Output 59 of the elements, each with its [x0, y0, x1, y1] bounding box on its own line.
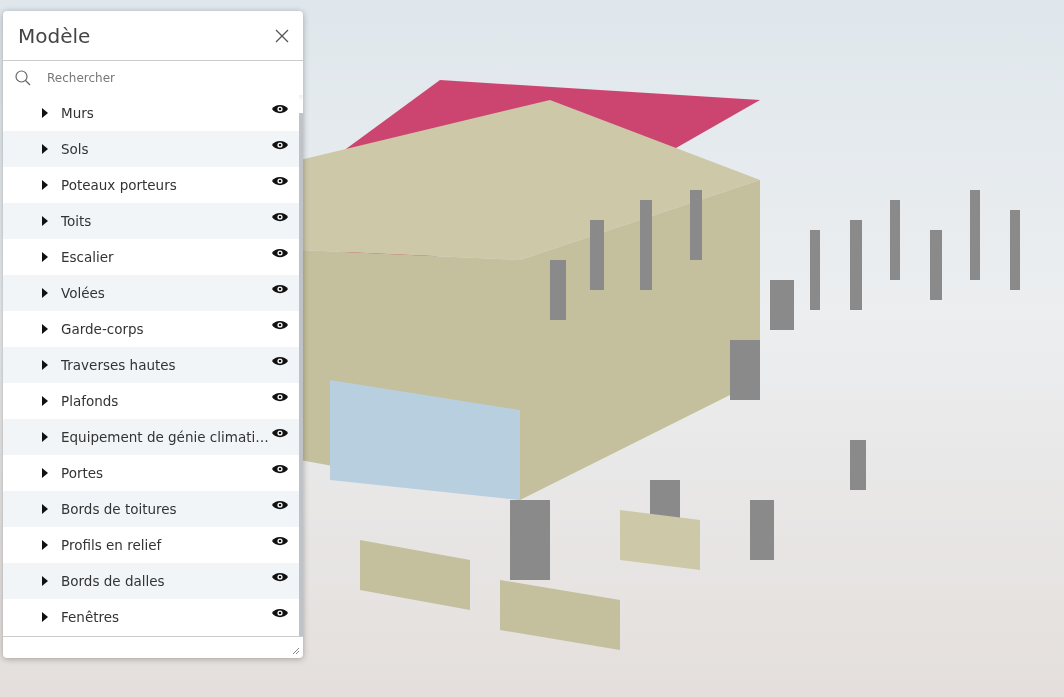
item-label: Portes — [61, 465, 105, 481]
item-label: Toits — [61, 213, 93, 229]
caret-right-icon[interactable] — [41, 504, 49, 514]
eye-icon[interactable] — [271, 283, 289, 295]
item-label: Plafonds — [61, 393, 120, 409]
item-label: Bords de dalles — [61, 573, 166, 589]
eye-icon[interactable] — [271, 427, 289, 439]
item-label: Poteaux porteurs — [61, 177, 178, 193]
eye-icon[interactable] — [271, 139, 289, 151]
eye-icon[interactable] — [271, 247, 289, 259]
search-icon — [15, 70, 31, 86]
item-label: Garde-corps — [61, 321, 145, 337]
item-label: Murs — [61, 105, 95, 121]
item-label: Equipement de génie climati… — [61, 429, 270, 445]
caret-right-icon[interactable] — [41, 216, 49, 226]
item-label: Traverses hautes — [61, 357, 177, 373]
scrollbar[interactable] — [299, 113, 303, 636]
tree-item[interactable]: Equipement de génie climati… — [3, 419, 299, 455]
caret-right-icon[interactable] — [41, 612, 49, 622]
search-field[interactable]: Rechercher — [45, 70, 291, 86]
tree-item[interactable]: Bords de toitures — [3, 491, 299, 527]
caret-right-icon[interactable] — [41, 576, 49, 586]
item-label: Escalier — [61, 249, 115, 265]
eye-icon[interactable] — [271, 175, 289, 187]
caret-right-icon[interactable] — [41, 468, 49, 478]
tree-item[interactable]: Bords de dalles — [3, 563, 299, 599]
item-label: Profils en relief — [61, 537, 163, 553]
panel-title: Modèle — [18, 23, 91, 48]
eye-icon[interactable] — [271, 211, 289, 223]
eye-icon[interactable] — [271, 391, 289, 403]
tree-item[interactable]: Volées — [3, 275, 299, 311]
caret-right-icon[interactable] — [41, 144, 49, 154]
item-label: Fenêtres — [61, 609, 121, 625]
eye-icon[interactable] — [271, 499, 289, 511]
eye-icon[interactable] — [271, 607, 289, 619]
close-icon — [275, 28, 289, 43]
caret-right-icon[interactable] — [41, 432, 49, 442]
eye-icon[interactable] — [271, 571, 289, 583]
item-label: Sols — [61, 141, 90, 157]
caret-right-icon[interactable] — [41, 108, 49, 118]
eye-icon[interactable] — [271, 355, 289, 367]
item-label: Bords de toitures — [61, 501, 178, 517]
caret-right-icon[interactable] — [41, 396, 49, 406]
tree-item[interactable]: Traverses hautes — [3, 347, 299, 383]
resize-grip-icon[interactable] — [292, 647, 300, 655]
item-label: Volées — [61, 285, 106, 301]
caret-right-icon[interactable] — [41, 252, 49, 262]
tree-item[interactable]: Toits — [3, 203, 299, 239]
caret-right-icon[interactable] — [41, 288, 49, 298]
caret-right-icon[interactable] — [41, 540, 49, 550]
eye-icon[interactable] — [271, 535, 289, 547]
eye-icon[interactable] — [271, 319, 289, 331]
caret-right-icon[interactable] — [41, 324, 49, 334]
eye-icon[interactable] — [271, 103, 289, 115]
caret-right-icon[interactable] — [41, 360, 49, 370]
eye-icon[interactable] — [271, 463, 289, 475]
3d-viewport[interactable] — [0, 0, 1064, 697]
tree-item[interactable]: Sols — [3, 131, 299, 167]
caret-right-icon[interactable] — [41, 180, 49, 190]
